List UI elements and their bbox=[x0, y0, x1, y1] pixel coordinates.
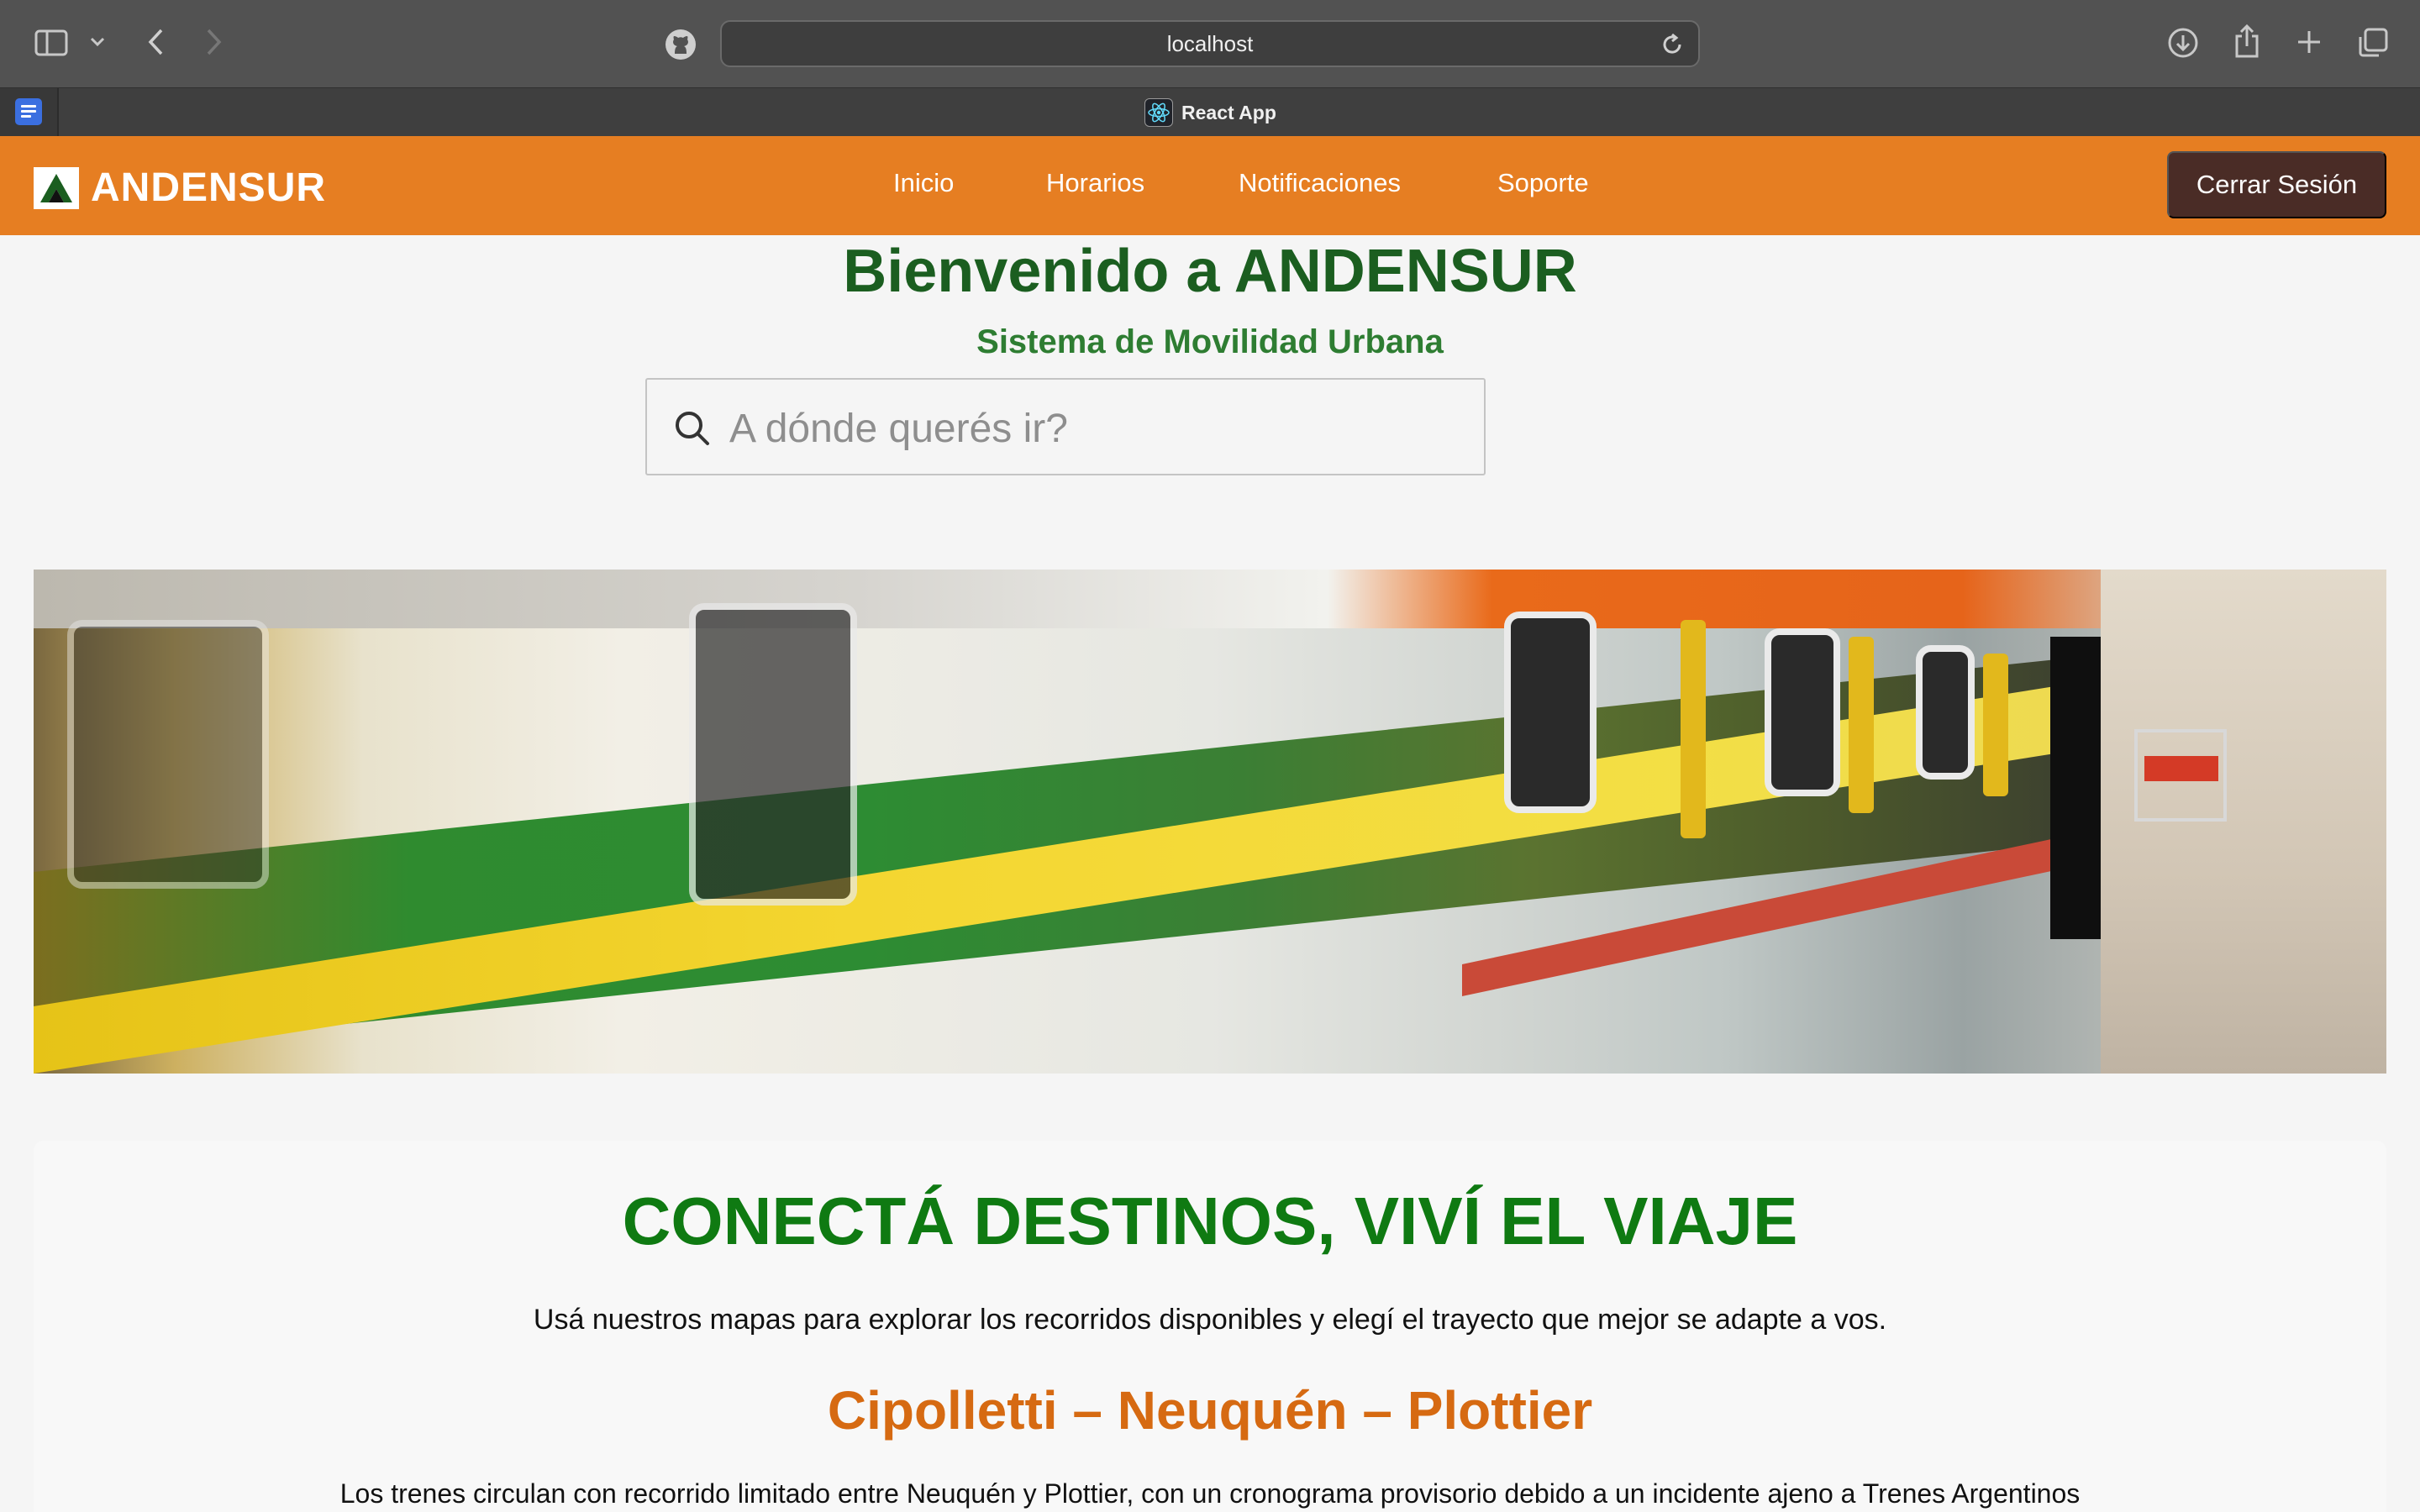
pinned-tab[interactable] bbox=[0, 88, 59, 137]
tab-bar: React App bbox=[0, 87, 2420, 137]
docs-icon bbox=[15, 98, 42, 125]
github-icon[interactable] bbox=[664, 28, 697, 61]
train-banner-image bbox=[34, 570, 2386, 1074]
route-title: Cipolletti – Neuquén – Plottier bbox=[827, 1380, 1593, 1441]
tabs-overview-icon[interactable] bbox=[2356, 26, 2390, 60]
brand-name: ANDENSUR bbox=[91, 165, 327, 210]
nav-link-notificaciones[interactable]: Notificaciones bbox=[1239, 168, 1401, 198]
address-bar[interactable]: localhost bbox=[720, 20, 1700, 67]
chevron-down-icon[interactable] bbox=[87, 32, 108, 52]
back-icon[interactable] bbox=[141, 25, 170, 59]
search-input[interactable] bbox=[729, 396, 1460, 460]
react-icon bbox=[1144, 98, 1173, 127]
reload-icon[interactable] bbox=[1660, 32, 1686, 59]
logout-button[interactable]: Cerrar Sesión bbox=[2167, 151, 2386, 218]
page-title: Bienvenido a ANDENSUR bbox=[843, 238, 1577, 305]
logo-icon bbox=[34, 166, 79, 209]
browser-toolbar: localhost bbox=[0, 0, 2420, 87]
section-description: Usá nuestros mapas para explorar los rec… bbox=[533, 1304, 1887, 1336]
brand-logo[interactable]: ANDENSUR bbox=[34, 165, 326, 211]
route-description: Los trenes circulan con recorrido limita… bbox=[339, 1478, 2081, 1509]
share-icon[interactable] bbox=[2232, 24, 2262, 60]
nav-link-inicio[interactable]: Inicio bbox=[893, 168, 954, 198]
tab-title: React App bbox=[1181, 101, 1276, 123]
search-icon bbox=[674, 410, 711, 447]
site-navbar: ANDENSUR Inicio Horarios Notificaciones … bbox=[0, 136, 2420, 235]
forward-icon[interactable] bbox=[200, 25, 229, 59]
download-icon[interactable] bbox=[2166, 26, 2200, 60]
new-tab-icon[interactable] bbox=[2294, 27, 2324, 57]
sidebar-icon[interactable] bbox=[34, 27, 69, 59]
tab-react-app[interactable]: React App bbox=[1144, 95, 1276, 130]
browser-chrome: localhost React App bbox=[0, 0, 2420, 137]
page-subtitle: Sistema de Movilidad Urbana bbox=[976, 323, 1444, 360]
nav-link-soporte[interactable]: Soporte bbox=[1497, 168, 1589, 198]
nav-link-horarios[interactable]: Horarios bbox=[1046, 168, 1144, 198]
destination-search[interactable] bbox=[645, 378, 1486, 475]
url-text: localhost bbox=[1166, 30, 1254, 56]
section-title: CONECTÁ DESTINOS, VIVÍ EL VIAJE bbox=[622, 1184, 1798, 1258]
